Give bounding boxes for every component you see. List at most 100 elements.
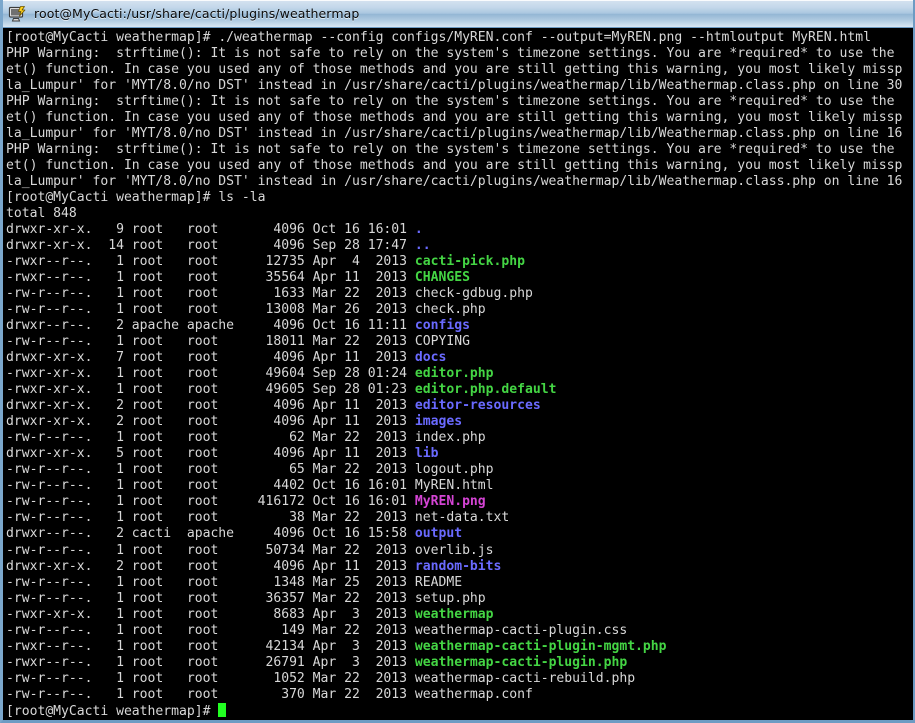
listing-row: -rw-r--r--. 1 root root 1348 Mar 25 2013…	[6, 575, 913, 591]
terminal-output-line: la_Lumpur' for 'MYT/8.0/no DST' instead …	[6, 174, 903, 190]
listing-file-name: lib	[414, 446, 439, 462]
listing-row-metadata: -rwxr--r--. 1 root root 26791 Apr 3 2013	[6, 654, 415, 670]
listing-row: drwxr-xr-x. 2 root root 4096 Apr 11 2013…	[6, 398, 913, 414]
listing-row-metadata: -rw-r--r--. 1 root root 1633 Mar 22 2013	[6, 286, 415, 302]
listing-row-metadata: -rw-r--r--. 1 root root 65 Mar 22 2013	[6, 462, 415, 478]
shell-prompt: [root@MyCacti weathermap]#	[6, 190, 211, 206]
listing-row-metadata: -rw-r--r--. 1 root root 1052 Mar 22 2013	[6, 670, 415, 686]
listing-row: drwxr-xr-x. 7 root root 4096 Apr 11 2013…	[6, 350, 913, 366]
listing-row-metadata: -rwxr--r--. 1 root root 35564 Apr 11 201…	[6, 270, 415, 286]
listing-file-name: index.php	[414, 430, 486, 446]
listing-row: -rw-r--r--. 1 root root 1052 Mar 22 2013…	[6, 671, 913, 687]
text-cursor	[218, 702, 227, 717]
listing-row: -rw-r--r--. 1 root root 38 Mar 22 2013 n…	[6, 510, 913, 526]
listing-row-metadata: -rwxr-xr-x. 1 root root 8683 Apr 3 2013	[6, 606, 415, 622]
listing-row: -rwxr-xr-x. 1 root root 8683 Apr 3 2013 …	[6, 607, 913, 623]
listing-row-metadata: drwxr-xr-x. 2 root root 4096 Apr 11 2013	[6, 558, 415, 574]
putty-terminal-icon	[8, 5, 26, 21]
listing-row-metadata: -rwxr--r--. 1 root root 12735 Apr 4 2013	[6, 254, 415, 270]
listing-file-name: editor.php.default	[414, 382, 557, 398]
listing-row-metadata: drwxr--r--. 2 cacti apache 4096 Oct 16 1…	[6, 526, 415, 542]
listing-row-metadata: drwxr-xr-x. 14 root root 4096 Sep 28 17:…	[6, 238, 415, 254]
listing-file-name: COPYING	[414, 334, 470, 350]
listing-row: -rwxr--r--. 1 root root 12735 Apr 4 2013…	[6, 254, 913, 270]
listing-row: -rw-r--r--. 1 root root 4402 Oct 16 16:0…	[6, 478, 913, 494]
listing-file-name: docs	[414, 350, 447, 366]
listing-row-metadata: drwxr-xr-x. 2 root root 4096 Apr 11 2013	[6, 414, 415, 430]
listing-file-name: .	[414, 222, 423, 238]
listing-file-name: check-gdbug.php	[414, 286, 533, 302]
terminal-command-line: [root@MyCacti weathermap]# ./weathermap …	[6, 30, 913, 46]
listing-row-metadata: -rw-r--r--. 1 root root 149 Mar 22 2013	[6, 622, 415, 638]
listing-row-metadata: -rwxr-xr-x. 1 root root 49604 Sep 28 01:…	[6, 366, 415, 382]
listing-file-name: weathermap-cacti-rebuild.php	[414, 670, 636, 686]
terminal-output-line: PHP Warning: strftime(): It is not safe …	[6, 46, 903, 62]
listing-row-metadata: drwxr-xr-x. 7 root root 4096 Apr 11 2013	[6, 350, 415, 366]
listing-row-metadata: -rw-r--r--. 1 root root 416172 Oct 16 16…	[6, 494, 415, 510]
listing-file-name: images	[414, 414, 463, 430]
listing-file-name: configs	[414, 318, 470, 334]
terminal-output-line: PHP Warning: strftime(): It is not safe …	[6, 94, 903, 110]
listing-row: -rwxr--r--. 1 root root 26791 Apr 3 2013…	[6, 655, 913, 671]
terminal-output-line: total 848	[6, 206, 77, 222]
listing-row: drwxr--r--. 2 apache apache 4096 Oct 16 …	[6, 318, 913, 334]
shell-command: ls -la	[210, 190, 266, 206]
terminal-output-line: PHP Warning: strftime(): It is not safe …	[6, 142, 903, 158]
terminal-output[interactable]: [root@MyCacti weathermap]# ./weathermap …	[3, 28, 913, 720]
listing-file-name: MyREN.png	[414, 494, 486, 510]
listing-row-metadata: drwxr--r--. 2 apache apache 4096 Oct 16 …	[6, 318, 415, 334]
putty-terminal-window: root@MyCacti:/usr/share/cacti/plugins/we…	[0, 0, 915, 723]
listing-row-metadata: drwxr-xr-x. 5 root root 4096 Apr 11 2013	[6, 446, 415, 462]
terminal-output-line: et() function. In case you used any of t…	[6, 110, 903, 126]
listing-row: -rw-r--r--. 1 root root 370 Mar 22 2013 …	[6, 687, 913, 703]
listing-file-name: output	[414, 526, 463, 542]
shell-prompt: [root@MyCacti weathermap]#	[6, 703, 219, 719]
listing-row-metadata: -rw-r--r--. 1 root root 18011 Mar 22 201…	[6, 334, 415, 350]
listing-file-name: README	[414, 574, 463, 590]
listing-file-name: cacti-pick.php	[414, 254, 525, 270]
listing-row: -rwxr-xr-x. 1 root root 49604 Sep 28 01:…	[6, 366, 913, 382]
listing-file-name: weathermap-cacti-plugin-mgmt.php	[414, 638, 667, 654]
listing-file-name: weathermap	[414, 606, 494, 622]
listing-row: drwxr-xr-x. 2 root root 4096 Apr 11 2013…	[6, 559, 913, 575]
listing-row-metadata: -rw-r--r--. 1 root root 4402 Oct 16 16:0…	[6, 478, 415, 494]
listing-row-metadata: -rw-r--r--. 1 root root 36357 Mar 22 201…	[6, 590, 415, 606]
listing-file-name: net-data.txt	[414, 510, 510, 526]
listing-row: drwxr--r--. 2 cacti apache 4096 Oct 16 1…	[6, 526, 913, 542]
listing-row: -rw-r--r--. 1 root root 50734 Mar 22 201…	[6, 543, 913, 559]
listing-file-name: check.php	[414, 302, 486, 318]
listing-row: -rwxr--r--. 1 root root 35564 Apr 11 201…	[6, 270, 913, 286]
listing-row-metadata: -rw-r--r--. 1 root root 13008 Mar 26 201…	[6, 302, 415, 318]
listing-row: -rw-r--r--. 1 root root 65 Mar 22 2013 l…	[6, 462, 913, 478]
window-titlebar[interactable]: root@MyCacti:/usr/share/cacti/plugins/we…	[3, 0, 913, 28]
listing-row-metadata: -rwxr-xr-x. 1 root root 49605 Sep 28 01:…	[6, 382, 415, 398]
terminal-output-line: et() function. In case you used any of t…	[6, 62, 903, 78]
listing-file-name: editor.php	[414, 366, 494, 382]
listing-row: -rw-r--r--. 1 root root 149 Mar 22 2013 …	[6, 623, 913, 639]
terminal-prompt-line[interactable]: [root@MyCacti weathermap]#	[6, 702, 913, 719]
listing-row-metadata: drwxr-xr-x. 2 root root 4096 Apr 11 2013	[6, 398, 415, 414]
listing-row: -rw-r--r--. 1 root root 62 Mar 22 2013 i…	[6, 430, 913, 446]
listing-file-name: weathermap-cacti-plugin.php	[414, 654, 628, 670]
listing-row-metadata: -rw-r--r--. 1 root root 370 Mar 22 2013	[6, 686, 415, 702]
listing-row-metadata: -rwxr--r--. 1 root root 42134 Apr 3 2013	[6, 638, 415, 654]
listing-row-metadata: -rw-r--r--. 1 root root 38 Mar 22 2013	[6, 510, 415, 526]
terminal-command-line: [root@MyCacti weathermap]# ls -la	[6, 190, 913, 206]
listing-row-metadata: -rw-r--r--. 1 root root 1348 Mar 25 2013	[6, 574, 415, 590]
listing-row: drwxr-xr-x. 2 root root 4096 Apr 11 2013…	[6, 414, 913, 430]
shell-prompt: [root@MyCacti weathermap]#	[6, 30, 211, 45]
listing-file-name: MyREN.html	[414, 478, 494, 494]
listing-file-name: random-bits	[414, 558, 502, 574]
listing-row-metadata: -rw-r--r--. 1 root root 62 Mar 22 2013	[6, 430, 415, 446]
window-title: root@MyCacti:/usr/share/cacti/plugins/we…	[34, 6, 360, 21]
listing-file-name: weathermap-cacti-plugin.css	[414, 622, 628, 638]
listing-row: -rw-r--r--. 1 root root 416172 Oct 16 16…	[6, 494, 913, 510]
listing-row: -rw-r--r--. 1 root root 13008 Mar 26 201…	[6, 302, 913, 318]
listing-row-metadata: drwxr-xr-x. 9 root root 4096 Oct 16 16:0…	[6, 222, 415, 238]
shell-command: ./weathermap --config configs/MyREN.conf…	[210, 30, 871, 45]
listing-file-name: ..	[414, 238, 431, 254]
listing-row: drwxr-xr-x. 5 root root 4096 Apr 11 2013…	[6, 446, 913, 462]
terminal-output-line: la_Lumpur' for 'MYT/8.0/no DST' instead …	[6, 78, 903, 94]
listing-file-name: weathermap.conf	[414, 686, 533, 702]
listing-file-name: CHANGES	[414, 270, 470, 286]
